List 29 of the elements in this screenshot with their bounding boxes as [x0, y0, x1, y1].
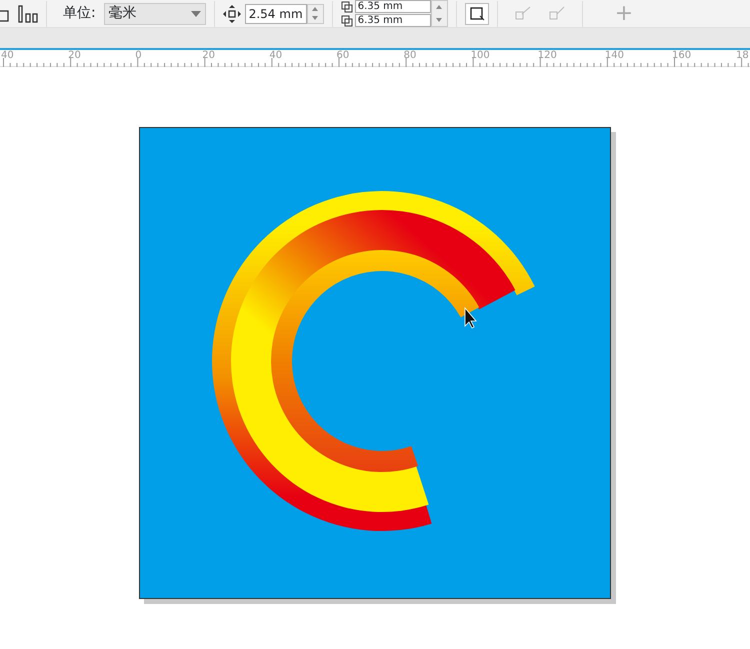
ruler-label: 140	[604, 50, 624, 61]
ruler-label: 0	[135, 50, 142, 61]
duplicate-x-field[interactable]: 6.35 mm	[354, 0, 431, 13]
transform-button[interactable]	[464, 2, 489, 24]
ruler-label: 100	[470, 50, 490, 61]
duplicate-y-icon	[340, 14, 355, 26]
edit-node-icon[interactable]	[548, 6, 566, 22]
ruler-label: 20	[202, 50, 216, 61]
ruler-label: 40	[269, 50, 282, 61]
nudge-field[interactable]: 2.54 mm	[244, 4, 307, 24]
ruler-label: 160	[672, 50, 692, 61]
caret-icon	[190, 10, 201, 16]
duplicate-y-field[interactable]: 6.35 mm	[354, 14, 431, 27]
distribute-icon[interactable]	[18, 4, 38, 22]
select-frame-icon	[468, 6, 485, 22]
spin-buttons[interactable]	[430, 0, 448, 27]
ruler-label: 40	[1, 50, 14, 61]
unit-label: 单位:	[63, 4, 96, 23]
unit-dropdown[interactable]: 毫米	[104, 2, 206, 24]
ruler-label: 20	[68, 50, 81, 61]
ruler-label: 60	[336, 50, 350, 61]
cursor-icon	[464, 306, 477, 329]
spin-buttons[interactable]	[306, 4, 324, 24]
ruler-label: 18	[736, 50, 749, 61]
move-arrows-icon	[222, 4, 241, 22]
ruler-label: 80	[404, 50, 416, 61]
ruler-label: 120	[538, 50, 557, 61]
edit-node-icon[interactable]	[514, 6, 532, 22]
duplicate-x-icon	[340, 0, 355, 12]
